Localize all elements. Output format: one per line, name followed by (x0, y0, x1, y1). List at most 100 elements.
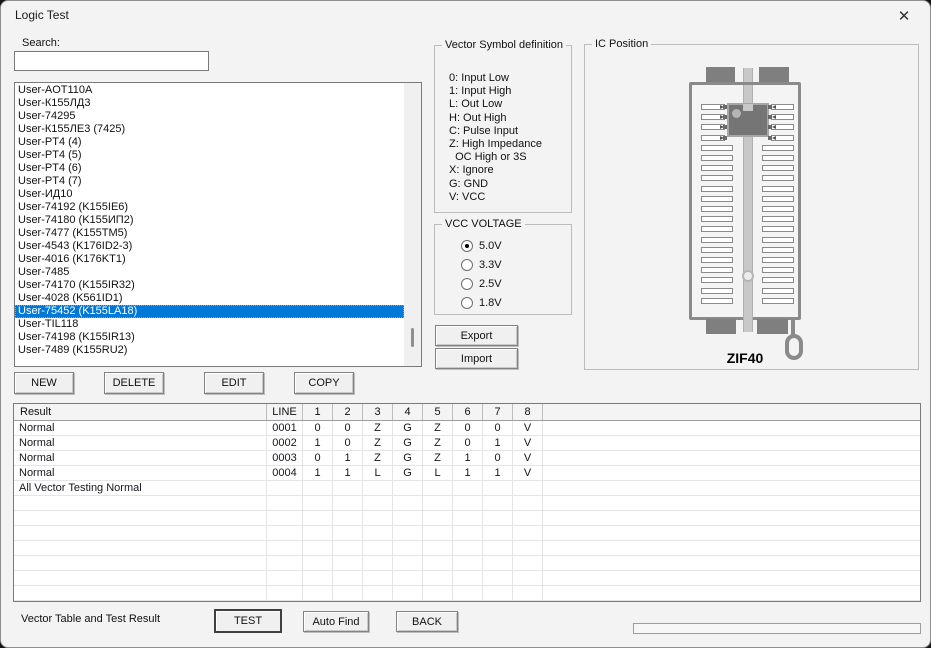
socket-slot-right (762, 155, 794, 161)
list-scrollbar-thumb[interactable] (411, 328, 414, 347)
edit-button[interactable]: EDIT (204, 372, 264, 394)
close-icon[interactable]: ✕ (884, 3, 924, 29)
vcc-option-label: 5.0V (479, 240, 502, 252)
device-listbox[interactable]: User-AOT110AUser-К155ЛД3User-74295User-К… (14, 82, 422, 367)
column-header[interactable]: 5 (423, 404, 453, 420)
table-row[interactable]: Normal000411LGL11V (14, 466, 920, 481)
table-row[interactable] (14, 496, 920, 511)
copy-button[interactable]: COPY (294, 372, 354, 394)
result-cell (14, 541, 267, 555)
column-header[interactable]: 3 (363, 404, 393, 420)
vector-cell (513, 556, 543, 570)
column-header[interactable]: 2 (333, 404, 363, 420)
socket-slot-right (762, 288, 794, 294)
vector-cell: V (513, 421, 543, 435)
device-list-item[interactable]: User-7477 (K155TM5) (15, 227, 404, 240)
device-list-item[interactable]: User-74170 (K155IR32) (15, 279, 404, 292)
vector-cell (513, 571, 543, 585)
device-list-item[interactable]: User-PT4 (7) (15, 175, 404, 188)
device-list-item[interactable]: User-74192 (K155IE6) (15, 201, 404, 214)
column-header[interactable]: 8 (513, 404, 543, 420)
delete-button[interactable]: DELETE (104, 372, 164, 394)
device-list-item[interactable]: User-PT4 (4) (15, 136, 404, 149)
result-cell (14, 526, 267, 540)
vcc-option[interactable]: 1.8V (461, 296, 502, 310)
table-row[interactable] (14, 526, 920, 541)
table-row[interactable] (14, 556, 920, 571)
vcc-option[interactable]: 5.0V (461, 239, 502, 253)
table-row[interactable]: All Vector Testing Normal (14, 481, 920, 496)
device-list-item[interactable]: User-74295 (15, 110, 404, 123)
table-row[interactable]: Normal000301ZGZ10V (14, 451, 920, 466)
device-list-item[interactable]: User-PT4 (6) (15, 162, 404, 175)
socket-slot-right (762, 267, 794, 273)
column-header[interactable]: 7 (483, 404, 513, 420)
vector-cell: 0 (483, 421, 513, 435)
vector-table-header: ResultLINE12345678 (14, 404, 920, 421)
socket-slot-right (771, 135, 794, 141)
socket-slot-left (701, 216, 733, 222)
auto-find-button[interactable]: Auto Find (303, 611, 369, 632)
socket-slot-right (762, 165, 794, 171)
vector-cell (453, 556, 483, 570)
vector-cell (363, 496, 393, 510)
device-list-item[interactable]: User-4016 (K176KT1) (15, 253, 404, 266)
device-list-item[interactable]: User-AOT110A (15, 84, 404, 97)
filler-cell (543, 526, 920, 540)
vector-cell (393, 526, 423, 540)
table-row[interactable] (14, 511, 920, 526)
table-row[interactable] (14, 541, 920, 556)
vcc-option[interactable]: 2.5V (461, 277, 502, 291)
column-header[interactable]: 1 (303, 404, 333, 420)
device-list-item[interactable]: User-7489 (K155RU2) (15, 344, 404, 357)
table-row[interactable]: Normal000210ZGZ01V (14, 436, 920, 451)
vector-cell (363, 481, 393, 495)
chip-pin-stub (723, 105, 727, 109)
vector-cell (453, 496, 483, 510)
search-input[interactable] (14, 51, 209, 71)
table-row[interactable] (14, 601, 920, 602)
device-list-item[interactable]: User-4543 (K176ID2-3) (15, 240, 404, 253)
column-header[interactable]: 4 (393, 404, 423, 420)
device-list-item[interactable]: User-К155ЛД3 (15, 97, 404, 110)
socket-slot-right (771, 124, 794, 130)
vector-cell (513, 541, 543, 555)
radio-icon (461, 240, 473, 252)
list-scrollbar-track[interactable] (404, 83, 421, 366)
vector-cell (483, 526, 513, 540)
table-row[interactable]: Normal000100ZGZ00V (14, 421, 920, 436)
device-list-item[interactable]: User-TIL118 (15, 318, 404, 331)
back-button[interactable]: BACK (396, 611, 458, 632)
new-button[interactable]: NEW (14, 372, 74, 394)
vector-cell (453, 541, 483, 555)
line-cell (267, 586, 303, 600)
socket-slot-right (762, 237, 794, 243)
socket-slot-left (701, 288, 733, 294)
socket-slot-right (762, 277, 794, 283)
filler-cell (543, 556, 920, 570)
vcc-voltage-group-title: VCC VOLTAGE (442, 218, 525, 230)
vector-cell (393, 601, 423, 602)
table-row[interactable] (14, 586, 920, 601)
device-list-item[interactable]: User-74180 (K155ИП2) (15, 214, 404, 227)
device-list-item[interactable]: User-74198 (K155IR13) (15, 331, 404, 344)
device-list-item[interactable]: User-7485 (15, 266, 404, 279)
device-list-item[interactable]: User-4028 (K561ID1) (15, 292, 404, 305)
column-header[interactable]: 6 (453, 404, 483, 420)
table-row[interactable] (14, 571, 920, 586)
socket-bottom-tab-right (757, 319, 788, 334)
device-list-item[interactable]: User-К155ЛЕ3 (7425) (15, 123, 404, 136)
column-header[interactable]: Result (14, 404, 267, 420)
import-button[interactable]: Import (435, 348, 518, 369)
vcc-option[interactable]: 3.3V (461, 258, 502, 272)
line-cell (267, 481, 303, 495)
device-list-item[interactable]: User-ИД10 (15, 188, 404, 201)
device-list-item[interactable]: User-PT4 (5) (15, 149, 404, 162)
line-cell: 0003 (267, 451, 303, 465)
column-header[interactable]: LINE (267, 404, 303, 420)
device-list-item[interactable]: User-75452 (K155LA18) (15, 305, 404, 318)
line-cell (267, 601, 303, 602)
device-list: User-AOT110AUser-К155ЛД3User-74295User-К… (15, 84, 404, 357)
export-button[interactable]: Export (435, 325, 518, 346)
test-button[interactable]: TEST (214, 609, 282, 633)
